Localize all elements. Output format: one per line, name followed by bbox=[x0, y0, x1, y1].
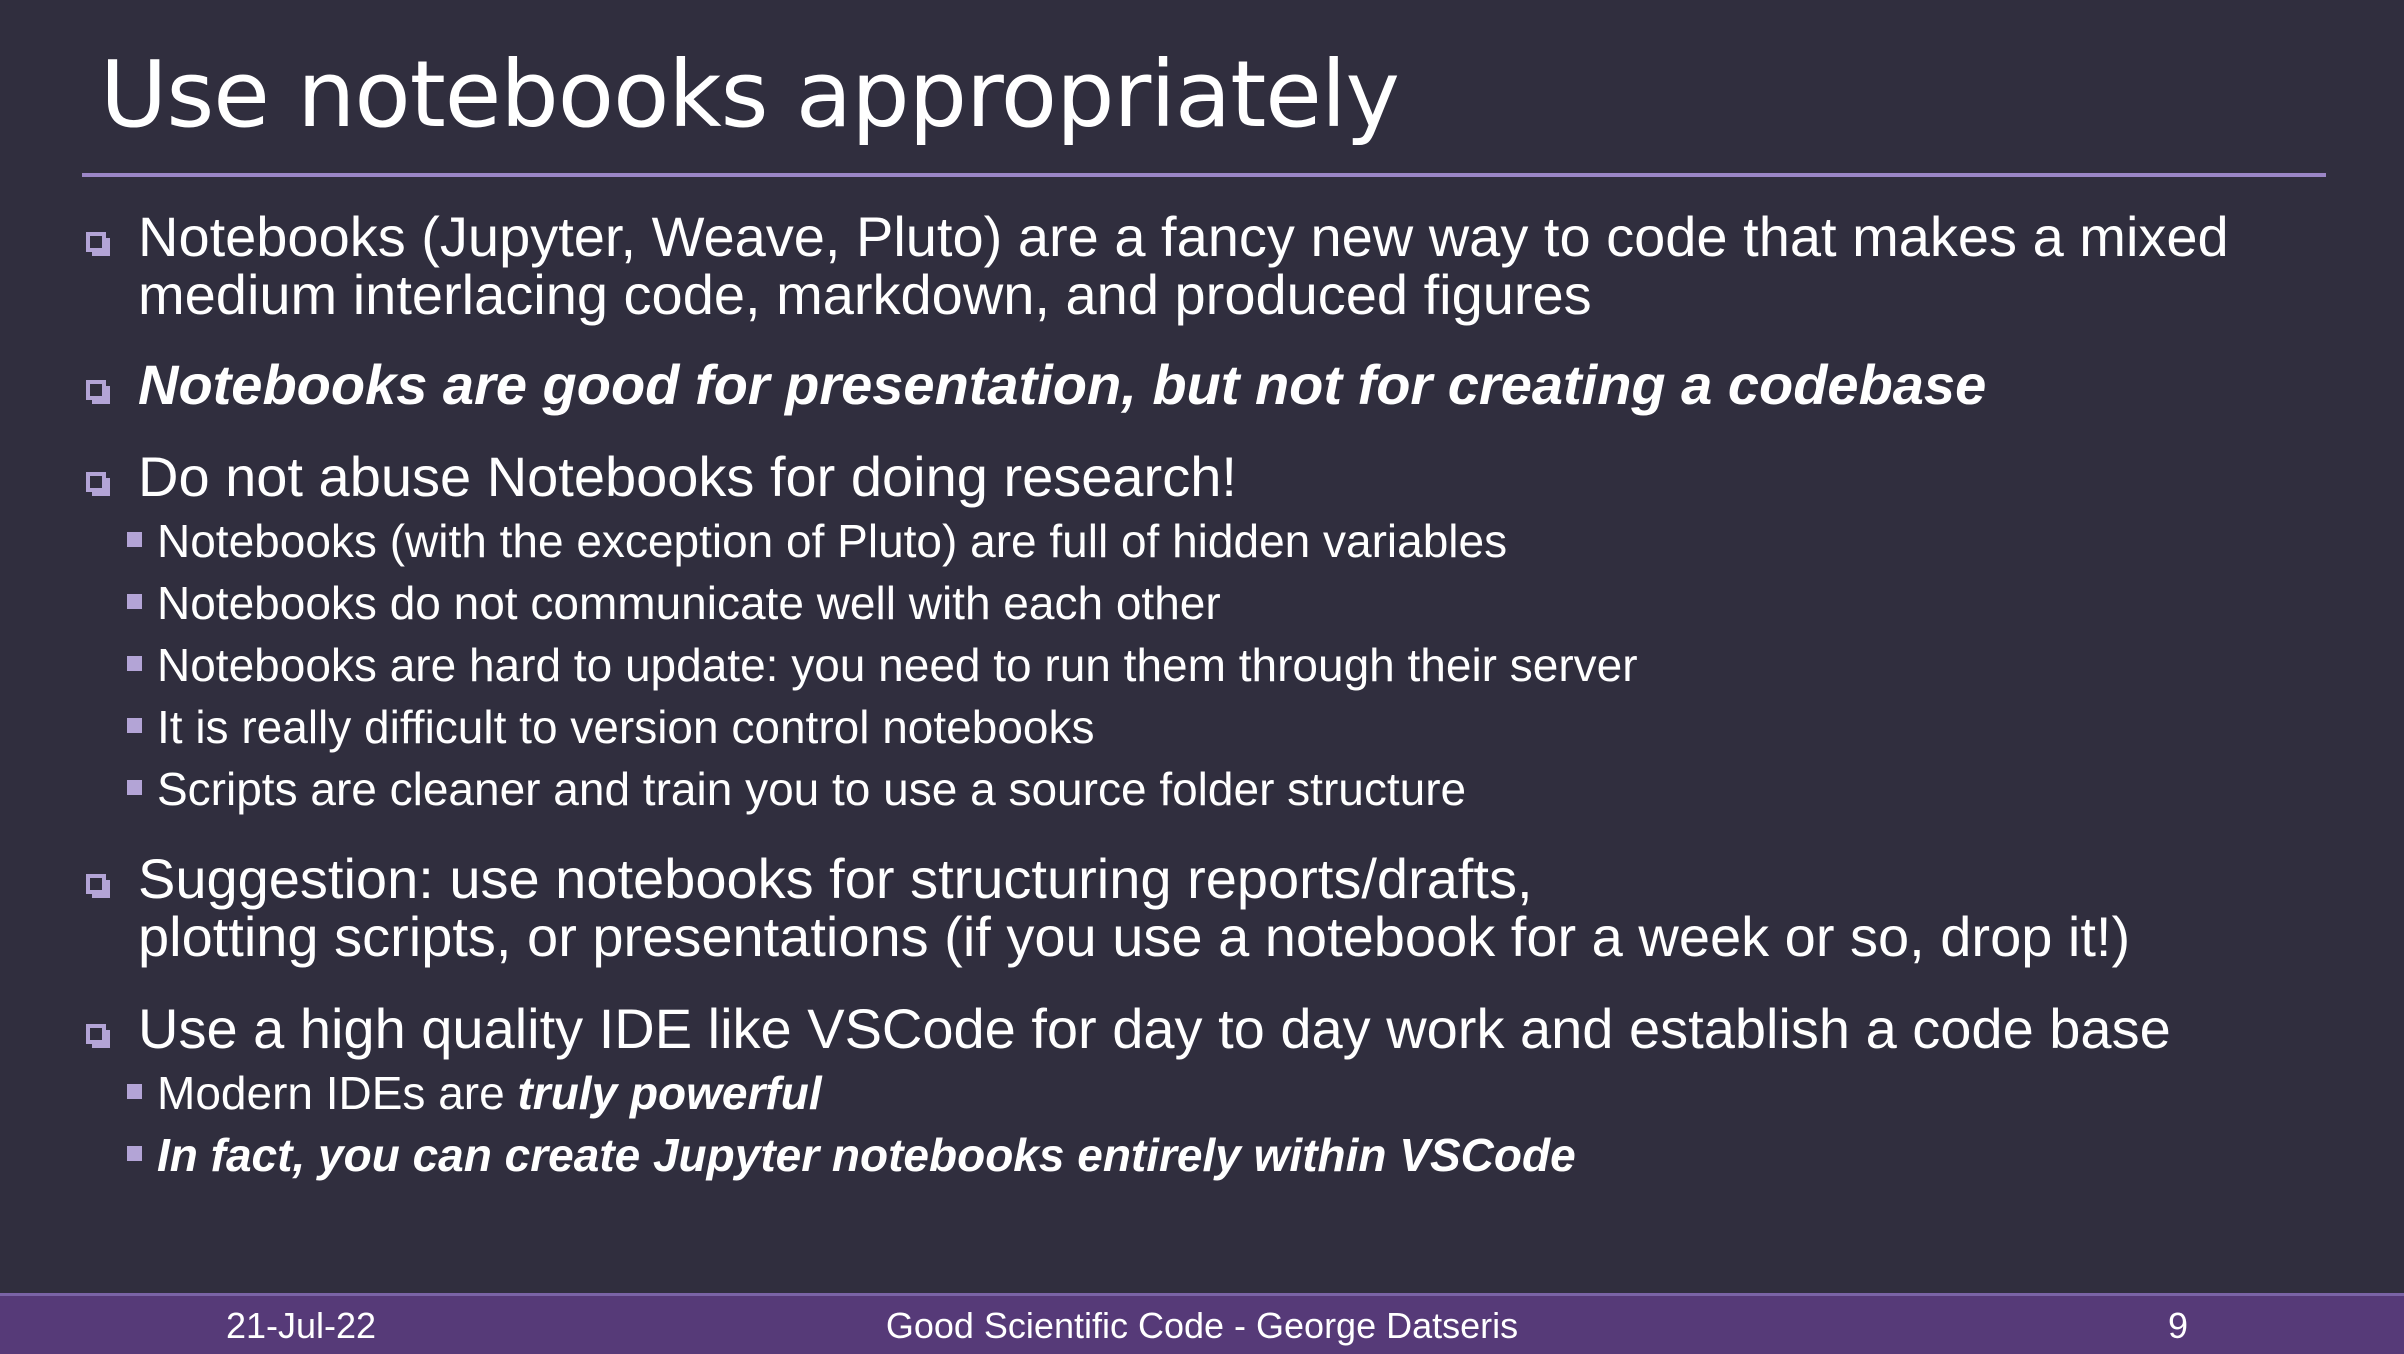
small-square-bullet-icon bbox=[127, 718, 142, 733]
sub-bullet: It is really difficult to version contro… bbox=[82, 696, 2342, 758]
slide: Use notebooks appropriately Notebooks (J… bbox=[0, 0, 2404, 1354]
bullet-text-line: Suggestion: use notebooks for structurin… bbox=[138, 847, 1533, 910]
sub-bullet-text: Notebooks (with the exception of Pluto) … bbox=[157, 515, 1508, 567]
sub-bullet: Notebooks do not communicate well with e… bbox=[82, 572, 2342, 634]
small-square-bullet-icon bbox=[127, 656, 142, 671]
sub-bullet-emphasis: truly powerful bbox=[517, 1067, 822, 1119]
sub-bullet: Scripts are cleaner and train you to use… bbox=[82, 758, 2342, 820]
bullet-notebooks-presentation: Notebooks are good for presentation, but… bbox=[82, 356, 2342, 414]
bullet-text-line: Notebooks (Jupyter, Weave, Pluto) are a … bbox=[138, 205, 2229, 268]
square-bullet-icon bbox=[86, 232, 106, 252]
sub-bullet-text: Notebooks do not communicate well with e… bbox=[157, 577, 1221, 629]
square-bullet-icon bbox=[86, 874, 106, 894]
square-bullet-icon bbox=[86, 472, 106, 492]
sub-bullet-text: Scripts are cleaner and train you to use… bbox=[157, 763, 1467, 815]
sub-bullet-text: In fact, you can create Jupyter notebook… bbox=[157, 1129, 1576, 1181]
sub-bullet: Modern IDEs are truly powerful bbox=[82, 1062, 2342, 1124]
bullet-text: Notebooks are good for presentation, but… bbox=[138, 353, 1987, 416]
footer-date: 21-Jul-22 bbox=[226, 1305, 377, 1346]
sub-bullet-prefix: Modern IDEs are bbox=[157, 1067, 518, 1119]
bullet-use-ide: Use a high quality IDE like VSCode for d… bbox=[82, 1000, 2342, 1058]
sub-bullet-text: Notebooks are hard to update: you need t… bbox=[157, 639, 1638, 691]
slide-title: Use notebooks appropriately bbox=[100, 41, 1400, 148]
bullet-text: Use a high quality IDE like VSCode for d… bbox=[138, 997, 2171, 1060]
bullet-notebooks-intro: Notebooks (Jupyter, Weave, Pluto) are a … bbox=[82, 208, 2342, 324]
slide-content: Notebooks (Jupyter, Weave, Pluto) are a … bbox=[82, 208, 2342, 1186]
sub-bullet: Notebooks (with the exception of Pluto) … bbox=[82, 510, 2342, 572]
sub-bullet: Notebooks are hard to update: you need t… bbox=[82, 634, 2342, 696]
footer-bar: Good Scientific Code - George Datseris 2… bbox=[0, 1293, 2404, 1354]
bullet-do-not-abuse: Do not abuse Notebooks for doing researc… bbox=[82, 448, 2342, 506]
slide-number: 9 bbox=[2168, 1305, 2189, 1346]
title-divider bbox=[82, 173, 2326, 177]
small-square-bullet-icon bbox=[127, 1146, 142, 1161]
sub-bullet-text: It is really difficult to version contro… bbox=[157, 701, 1095, 753]
small-square-bullet-icon bbox=[127, 594, 142, 609]
bullet-suggestion: Suggestion: use notebooks for structurin… bbox=[82, 850, 2342, 966]
bullet-text: Do not abuse Notebooks for doing researc… bbox=[138, 445, 1237, 508]
sub-bullet: In fact, you can create Jupyter notebook… bbox=[82, 1124, 2342, 1186]
small-square-bullet-icon bbox=[127, 780, 142, 795]
bullet-text-line: plotting scripts, or presentations (if y… bbox=[138, 905, 2131, 968]
small-square-bullet-icon bbox=[127, 1084, 142, 1099]
bullet-text-line: medium interlacing code, markdown, and p… bbox=[138, 263, 1592, 326]
square-bullet-icon bbox=[86, 1024, 106, 1044]
square-bullet-icon bbox=[86, 380, 106, 400]
small-square-bullet-icon bbox=[127, 532, 142, 547]
